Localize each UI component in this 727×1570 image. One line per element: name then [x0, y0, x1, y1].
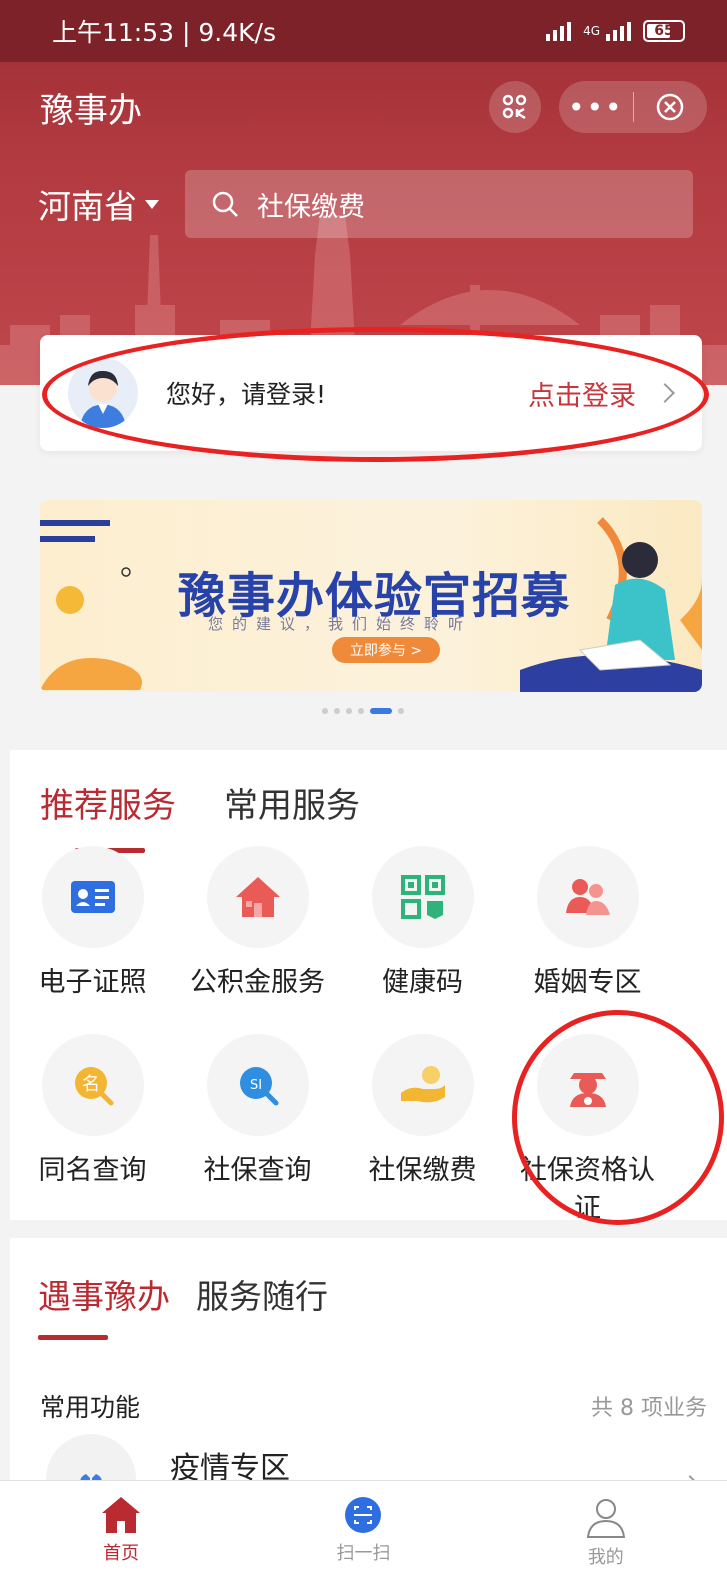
close-button[interactable] — [634, 92, 708, 122]
nav-home[interactable]: 首页 — [0, 1481, 242, 1570]
home-icon — [102, 1497, 141, 1533]
services-grid: 电子证照 公积金服务 健康码 婚姻专区 名 同名查询 SI 社保查询 社保缴费 … — [10, 846, 672, 1228]
banner-subtitle: 您的建议，我们始终聆听 — [208, 615, 473, 633]
search-input[interactable]: 社保缴费 — [185, 170, 693, 238]
header: 上午11:53 | 9.4K/s 4G 65 豫事办 ••• 河南省 社保缴费 — [0, 0, 727, 385]
nav-profile[interactable]: 我的 — [485, 1481, 727, 1570]
signal-4g-icon — [606, 21, 631, 41]
tab-service-follow[interactable]: 服务随行 — [196, 1270, 328, 1318]
id-card-icon — [70, 881, 115, 913]
dropdown-arrow-icon — [145, 199, 159, 209]
title-bar: 豫事办 ••• — [0, 62, 727, 152]
nav-scan[interactable]: 扫一扫 — [242, 1481, 484, 1570]
login-link[interactable]: 点击登录 — [528, 374, 636, 413]
carousel-indicator — [322, 708, 404, 714]
province-selector[interactable]: 河南省 — [38, 180, 185, 228]
signal-icon — [546, 21, 572, 41]
common-functions-label: 常用功能 — [40, 1393, 141, 1422]
social-security-search-icon: SI — [239, 1067, 278, 1106]
service-social-security-certification[interactable]: 社保资格认证 — [505, 1034, 670, 1228]
elder-verify-icon — [569, 1073, 606, 1107]
service-social-security-payment[interactable]: 社保缴费 — [340, 1034, 505, 1228]
service-marriage[interactable]: 婚姻专区 — [505, 846, 670, 1002]
payment-hand-icon — [400, 1066, 445, 1103]
service-same-name-search[interactable]: 名 同名查询 — [10, 1034, 175, 1228]
tab-recommended[interactable]: 推荐服务 — [40, 778, 176, 853]
name-search-icon: 名 — [74, 1067, 113, 1106]
couple-icon — [565, 879, 610, 915]
services-section: 推荐服务 常用服务 电子证照 公积金服务 健康码 婚姻专区 名 同名查询 SI … — [10, 750, 727, 1224]
status-bar: 上午11:53 | 9.4K/s 4G 65 — [0, 0, 727, 62]
login-card[interactable]: 您好，请登录! 点击登录 — [40, 335, 702, 451]
services-tabs: 推荐服务 常用服务 — [40, 778, 360, 853]
house-icon — [235, 877, 280, 917]
login-greeting: 您好，请登录! — [166, 380, 327, 409]
promo-banner[interactable]: 豫事办体验官招募 您的建议，我们始终聆听 立即参与 > — [40, 500, 702, 692]
status-time: 上午11:53 | 9.4K/s — [52, 18, 276, 47]
tab-life-events[interactable]: 遇事豫办 — [38, 1270, 170, 1340]
mini-qr-icon — [502, 94, 527, 120]
battery-icon: 65 — [643, 20, 685, 42]
banner-join-button[interactable]: 立即参与 > — [332, 637, 440, 663]
qr-code-icon — [400, 875, 445, 919]
svg-text:SI: SI — [249, 1078, 261, 1093]
person-icon — [586, 1499, 625, 1538]
search-placeholder: 社保缴费 — [257, 191, 365, 223]
menu-capsule: ••• — [559, 81, 707, 133]
service-social-security-query[interactable]: SI 社保查询 — [175, 1034, 340, 1228]
search-icon — [212, 191, 238, 217]
close-icon — [657, 93, 684, 121]
svg-text:名: 名 — [82, 1074, 100, 1095]
service-e-license[interactable]: 电子证照 — [10, 846, 175, 1002]
app-title: 豫事办 — [40, 90, 142, 131]
business-count: 共 8 项业务 — [591, 1396, 707, 1421]
avatar — [68, 358, 138, 428]
life-tabs: 遇事豫办 服务随行 — [38, 1270, 328, 1340]
service-housing-fund[interactable]: 公积金服务 — [175, 846, 340, 1002]
service-health-code[interactable]: 健康码 — [340, 846, 505, 1002]
scan-icon — [345, 1497, 382, 1533]
bottom-nav: 首页 扫一扫 我的 — [0, 1480, 727, 1570]
more-button[interactable]: ••• — [559, 91, 633, 124]
scan-qr-button[interactable] — [489, 81, 541, 133]
tab-common[interactable]: 常用服务 — [224, 778, 360, 827]
life-services-section: 遇事豫办 服务随行 常用功能 共 8 项业务 疫情专区 — [10, 1238, 727, 1524]
search-row: 河南省 社保缴费 — [0, 170, 727, 238]
chevron-right-icon — [655, 383, 675, 403]
